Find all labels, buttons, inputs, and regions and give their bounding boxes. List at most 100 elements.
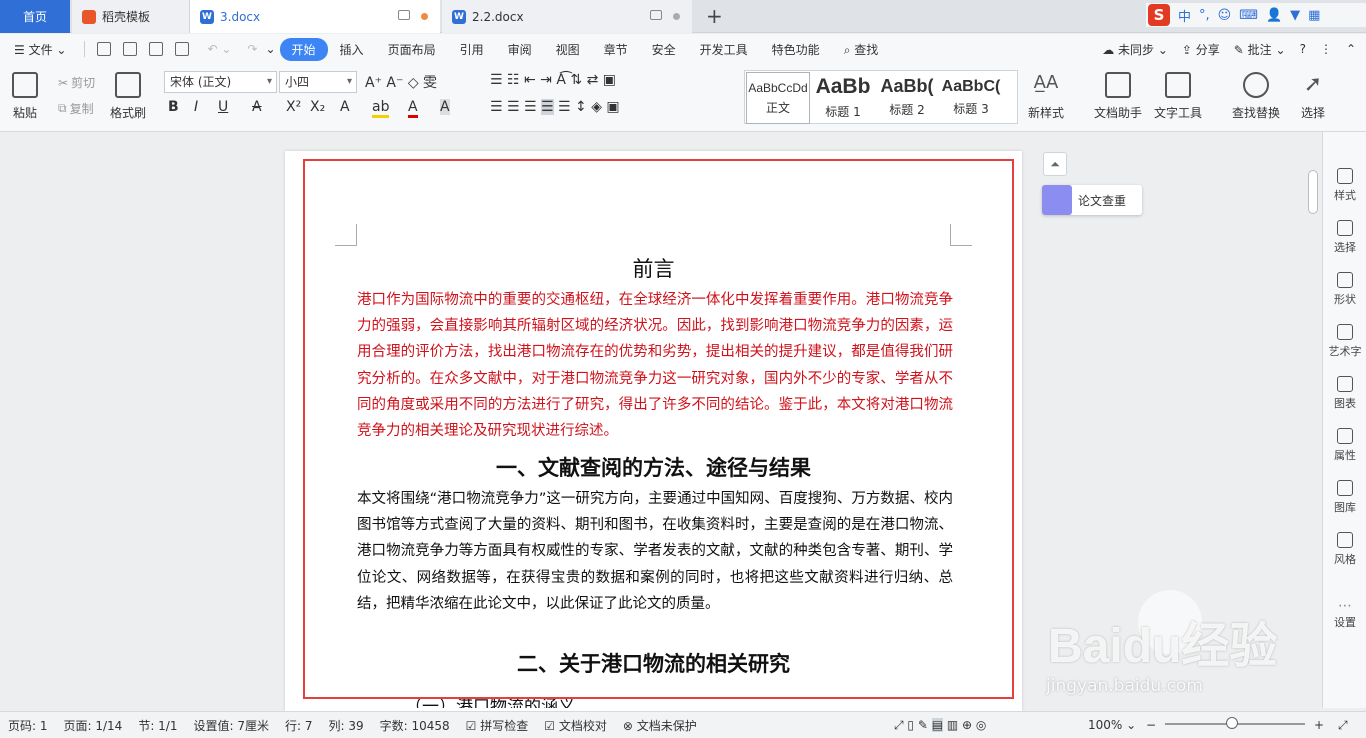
vertical-scrollbar[interactable] [1305, 138, 1321, 708]
smile-icon[interactable]: ☺ [1218, 8, 1232, 23]
superscript-icon[interactable]: X² [286, 99, 301, 115]
sync-button[interactable]: ☁ 未同步 ⌄ [1102, 41, 1168, 58]
side-settings[interactable]: ⋯ 设置 [1323, 598, 1366, 630]
sogou-s-icon[interactable]: S [1148, 4, 1170, 26]
zoom-in-icon[interactable]: + [1306, 718, 1332, 732]
spell-check-button[interactable]: ☑ 拼写检查 [458, 717, 537, 734]
side-gallery[interactable]: 图库 [1323, 480, 1366, 515]
file-menu[interactable]: ☰ 文件 ⌄ [0, 41, 78, 58]
print-icon[interactable] [149, 42, 164, 56]
side-select[interactable]: 选择 [1323, 220, 1366, 255]
bold-icon[interactable]: B [168, 99, 179, 115]
new-tab-plus-icon[interactable]: + [706, 4, 723, 28]
tab-security[interactable]: 安全 [640, 41, 688, 58]
tab-view[interactable]: 视图 [544, 41, 592, 58]
tab-start[interactable]: 开始 [279, 37, 328, 61]
find-replace-button[interactable]: 查找替换 [1232, 72, 1280, 121]
comment-button[interactable]: ✎ 批注 ⌄ [1234, 41, 1286, 58]
save-icon[interactable] [97, 42, 112, 56]
side-properties[interactable]: 属性 [1323, 428, 1366, 463]
style-heading-2[interactable]: AaBb(标题 2 [875, 71, 939, 123]
status-row[interactable]: 行: 7 [277, 717, 321, 734]
side-theme[interactable]: 风格 [1323, 532, 1366, 567]
tab-review[interactable]: 审阅 [496, 41, 544, 58]
side-shapes[interactable]: 形状 [1323, 272, 1366, 307]
font-size-select[interactable]: 小四 [279, 71, 357, 93]
format-painter-button[interactable]: 格式刷 [110, 72, 146, 121]
tab-references[interactable]: 引用 [448, 41, 496, 58]
redo-icon[interactable]: ↷ [243, 42, 261, 56]
zoom-out-icon[interactable]: − [1138, 718, 1164, 732]
close-dot-icon[interactable] [673, 13, 680, 20]
text-tool-button[interactable]: 文字工具 [1154, 72, 1202, 121]
status-setting[interactable]: 设置值: 7厘米 [185, 717, 277, 734]
status-col[interactable]: 列: 39 [320, 717, 371, 734]
tab-home[interactable]: 首页 [0, 0, 70, 33]
tab-page-layout[interactable]: 页面布局 [376, 41, 448, 58]
grid-icon[interactable]: ▦ [1308, 8, 1320, 23]
select-button[interactable]: ➚ 选择 [1300, 72, 1326, 121]
style-heading-1[interactable]: AaBb 标题 1 [811, 71, 875, 123]
customize-icon[interactable]: ⌄ [261, 42, 279, 56]
status-page[interactable]: 页面: 1/14 [56, 717, 131, 734]
tab-features[interactable]: 特色功能 [760, 41, 832, 58]
side-wordart[interactable]: 艺术字 [1323, 324, 1366, 359]
help-icon[interactable]: ? [1300, 42, 1306, 56]
monitor-icon[interactable] [650, 10, 662, 20]
tab-section[interactable]: 章节 [592, 41, 640, 58]
paste-button[interactable]: 粘贴 [12, 72, 38, 121]
undo-icon[interactable]: ↶ ⌄ [195, 42, 243, 56]
person-icon[interactable]: 👤 [1266, 8, 1282, 23]
monitor-icon[interactable] [398, 10, 410, 20]
proofread-button[interactable]: ☑ 文档校对 [536, 717, 615, 734]
new-style-button[interactable]: A̲A 新样式 [1028, 72, 1064, 121]
tab-document-2-2[interactable]: W 2.2.docx [442, 0, 692, 33]
shirt-icon[interactable]: ▼ [1290, 8, 1300, 23]
view-mode-icons[interactable]: ⤢ ▯ ✎ ▤ ▥ ⊕ ◎ [886, 717, 994, 733]
scroll-thumb[interactable] [1308, 170, 1318, 214]
more-icon[interactable]: ⋮ [1320, 42, 1332, 56]
tab-document-3[interactable]: W 3.docx [190, 0, 440, 33]
doc-helper-button[interactable]: 文档助手 [1094, 72, 1142, 121]
status-page-no[interactable]: 页码: 1 [0, 717, 56, 734]
ime-punct-label[interactable]: °, [1199, 8, 1210, 23]
tab-docer-templates[interactable]: 稻壳模板 [72, 0, 190, 33]
search-command[interactable]: ⌕ 查找 [832, 41, 891, 58]
tab-developer[interactable]: 开发工具 [688, 41, 760, 58]
cut-button[interactable]: ✂ 剪切 [58, 74, 95, 91]
keyboard-icon[interactable]: ⌨ [1239, 8, 1258, 23]
side-label: 艺术字 [1328, 345, 1362, 358]
export-icon[interactable] [123, 42, 138, 56]
subscript-icon[interactable]: X₂ [310, 99, 325, 115]
font-family-select[interactable]: 宋体 (正文) [164, 71, 277, 93]
highlight-icon[interactable]: ab [372, 99, 390, 118]
text-effect-icon[interactable]: A [340, 99, 350, 115]
fit-page-icon[interactable]: ⤢ [1330, 718, 1356, 733]
underline-icon[interactable]: U [218, 99, 228, 115]
style-heading-3[interactable]: AaBbC(标题 3 [939, 71, 1003, 123]
font-color-icon[interactable]: A [408, 99, 418, 118]
collapse-ribbon-icon[interactable]: ⌃ [1346, 42, 1356, 56]
side-styles[interactable]: 样式 [1323, 168, 1366, 203]
grow-font-icon[interactable]: A⁺ A⁻ ◇ 雯 [365, 72, 437, 92]
align-left-icon[interactable]: ☰ ☰ ☰ ☰ ☰ ↕ ◈ ▣ [490, 99, 620, 115]
copy-button[interactable]: ⧉ 复制 [58, 100, 94, 117]
status-words[interactable]: 字数: 10458 [372, 717, 458, 734]
strikethrough-icon[interactable]: A [252, 99, 262, 115]
print-preview-icon[interactable] [175, 42, 190, 56]
char-shading-icon[interactable]: A [440, 99, 450, 115]
status-section[interactable]: 节: 1/1 [130, 717, 185, 734]
style-label: 标题 3 [953, 101, 989, 116]
thesis-check-button[interactable]: 论文查重 [1042, 185, 1142, 215]
collapse-panel-icon[interactable]: ⏶ [1043, 152, 1067, 176]
share-button[interactable]: ⇪ 分享 [1182, 41, 1220, 58]
ime-mode-label[interactable]: 中 [1178, 6, 1191, 25]
italic-icon[interactable]: I [194, 99, 198, 115]
protect-button[interactable]: ⊗ 文档未保护 [615, 717, 705, 734]
zoom-slider-knob[interactable] [1226, 717, 1238, 729]
style-normal[interactable]: AaBbCcDd 正文 [746, 72, 810, 124]
tab-insert[interactable]: 插入 [328, 41, 376, 58]
zoom-level[interactable]: 100% ⌄ [1080, 718, 1144, 732]
side-charts[interactable]: 图表 [1323, 376, 1366, 411]
bullets-icon[interactable]: ☰ ☷ ⇤ ⇥ A͡ ⇅ ⇄ ▣ [490, 72, 616, 88]
